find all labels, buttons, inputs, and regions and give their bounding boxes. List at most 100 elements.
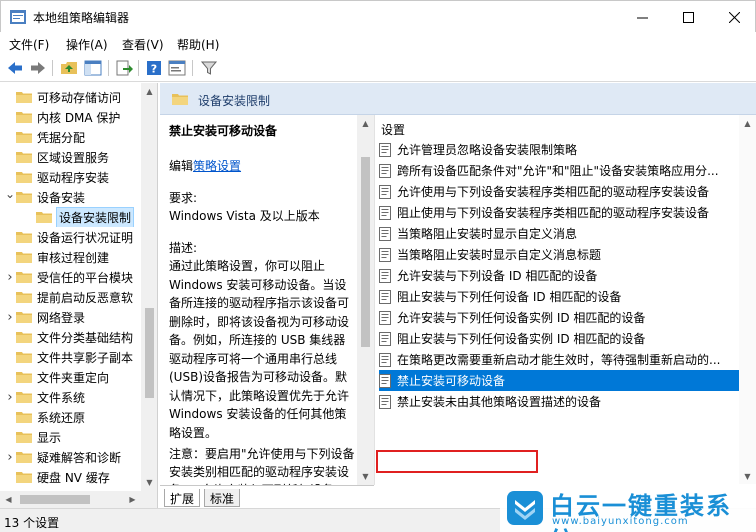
tree-vertical-scrollbar[interactable]: ▲ ▼	[141, 83, 157, 491]
menu-view[interactable]: 查看(V)	[122, 36, 164, 53]
menu-file[interactable]: 文件(F)	[9, 36, 49, 53]
chevron-right-icon[interactable]: ›	[4, 450, 16, 465]
maximize-icon	[682, 11, 694, 23]
policy-setting-label: 阻止使用与下列设备安装程序类相匹配的驱动程序安装设备	[397, 206, 710, 220]
folder-icon	[16, 412, 32, 423]
properties-button[interactable]	[166, 58, 188, 78]
policy-setting-row[interactable]: 允许安装与下列设备 ID 相匹配的设备	[379, 265, 749, 286]
chevron-right-icon[interactable]: ›	[4, 390, 16, 405]
tree-item[interactable]: 区域设置服务	[0, 147, 142, 167]
policy-setting-label: 当策略阻止安装时显示自定义消息	[397, 227, 578, 241]
policy-setting-row[interactable]: 阻止安装与下列任何设备实例 ID 相匹配的设备	[379, 328, 749, 349]
tree-item-label: 文件分类基础结构	[37, 330, 134, 345]
desc-scroll-down-icon[interactable]: ▼	[357, 468, 374, 485]
policy-setting-row[interactable]: 禁止安装未由其他策略设置描述的设备	[379, 391, 749, 412]
policy-setting-row[interactable]: 阻止安装与下列任何设备 ID 相匹配的设备	[379, 286, 749, 307]
policy-setting-label: 允许安装与下列任何设备实例 ID 相匹配的设备	[397, 311, 646, 325]
policy-setting-icon	[379, 226, 391, 241]
status-text: 13 个设置	[4, 516, 60, 530]
tree-item[interactable]: › 受信任的平台模块	[0, 267, 142, 287]
policy-setting-row[interactable]: 允许管理员忽略设备安装限制策略	[379, 139, 749, 160]
description-scrollbar[interactable]: ▲ ▼	[357, 115, 374, 485]
edit-policy-link[interactable]: 策略设置	[193, 159, 241, 173]
note-text-line: 安装类别相匹配的驱动程序安装设	[169, 465, 350, 479]
forward-arrow-icon	[31, 62, 45, 74]
description-text-line: 驱动程序可将一个通用串行总线	[169, 351, 338, 366]
scroll-right-arrow-icon[interactable]: ▶	[124, 491, 141, 508]
menu-action[interactable]: 操作(A)	[66, 36, 108, 53]
folder-icon	[16, 192, 32, 203]
tree-item[interactable]: 驱动程序安装	[0, 167, 142, 187]
scroll-up-arrow-icon[interactable]: ▲	[141, 83, 157, 100]
tree-item[interactable]: 内核 DMA 保护	[0, 107, 142, 127]
tree-item-label: 显示	[37, 430, 62, 445]
tree-item[interactable]: 提前启动反恶意软	[0, 287, 142, 307]
chevron-down-icon[interactable]: ⌄	[4, 187, 16, 201]
filter-button[interactable]	[198, 58, 220, 78]
list-scroll-down-icon[interactable]: ▼	[739, 468, 756, 485]
folder-icon	[16, 392, 32, 403]
note-text-line: 注意：要启用"允许使用与下列设备	[169, 447, 355, 461]
policy-setting-label: 允许管理员忽略设备安装限制策略	[397, 143, 578, 157]
tree-horizontal-scrollbar[interactable]: ◀ ▶	[0, 491, 157, 508]
up-folder-button[interactable]	[58, 58, 80, 78]
tree-item[interactable]: 审核过程创建	[0, 247, 142, 267]
forward-button[interactable]	[27, 58, 49, 78]
title-bar: 本地组策略编辑器	[0, 0, 756, 32]
back-button[interactable]	[4, 58, 26, 78]
policy-setting-row[interactable]: 禁止安装可移动设备	[379, 370, 749, 391]
desc-scroll-up-icon[interactable]: ▲	[357, 115, 374, 132]
chevron-right-icon[interactable]: ›	[4, 270, 16, 285]
policy-setting-icon	[379, 310, 391, 325]
policy-setting-row[interactable]: 允许安装与下列任何设备实例 ID 相匹配的设备	[379, 307, 749, 328]
list-column-header[interactable]: 设置	[381, 121, 405, 138]
tree-item[interactable]: 显示	[0, 427, 142, 447]
svg-text:?: ?	[151, 63, 157, 76]
tree-hscroll-thumb[interactable]	[20, 495, 90, 504]
maximize-button[interactable]	[665, 1, 711, 33]
export-list-button[interactable]	[113, 58, 135, 78]
tree-item[interactable]: › 文件系统	[0, 387, 142, 407]
tree-item[interactable]: 文件共享影子副本	[0, 347, 142, 367]
minimize-button[interactable]	[619, 1, 665, 33]
chevron-right-icon[interactable]: ›	[4, 310, 16, 325]
tree-item[interactable]: ⌄ 设备安装	[0, 187, 142, 207]
show-hide-tree-button[interactable]	[82, 58, 104, 78]
help-button[interactable]: ?	[143, 58, 165, 78]
brand-watermark: 白云一键重装系统 www.baiyunxitong.com	[500, 484, 756, 532]
policy-setting-row[interactable]: 当策略阻止安装时显示自定义消息	[379, 223, 749, 244]
policy-setting-row[interactable]: 跨所有设备匹配条件对"允许"和"阻止"设备安装策略应用分...	[379, 160, 749, 181]
list-scroll-up-icon[interactable]: ▲	[739, 115, 756, 132]
export-icon	[116, 60, 133, 76]
folder-icon	[16, 252, 32, 263]
tree-item[interactable]: 文件夹重定向	[0, 367, 142, 387]
menu-help[interactable]: 帮助(H)	[177, 36, 219, 53]
tab-extended[interactable]: 扩展	[164, 489, 201, 507]
policy-setting-row[interactable]: 当策略阻止安装时显示自定义消息标题	[379, 244, 749, 265]
tree-scroll-thumb[interactable]	[145, 308, 154, 398]
tree-item[interactable]: 硬盘 NV 缓存	[0, 467, 142, 487]
minimize-icon	[636, 17, 648, 18]
list-scrollbar[interactable]: ▲ ▼	[739, 115, 756, 485]
description-text-line: Windows 安装设备的任何其他策	[169, 407, 347, 421]
tab-standard[interactable]: 标准	[204, 489, 241, 507]
tree-item[interactable]: › 网络登录	[0, 307, 142, 327]
tree-item[interactable]: 凭据分配	[0, 127, 142, 147]
tree-item[interactable]: 系统还原	[0, 407, 142, 427]
desc-scroll-thumb[interactable]	[361, 157, 370, 347]
tree-item[interactable]: 设备安装限制	[0, 207, 142, 227]
scroll-left-arrow-icon[interactable]: ◀	[0, 491, 17, 508]
policy-setting-row[interactable]: 允许使用与下列设备安装程序类相匹配的驱动程序安装设备	[379, 181, 749, 202]
folder-icon	[16, 272, 32, 283]
scroll-down-arrow-icon[interactable]: ▼	[141, 474, 157, 491]
policy-setting-row[interactable]: 在策略更改需要重新启动才能生效时，等待强制重新启动的...	[379, 349, 749, 370]
tree-item[interactable]: 可移动存储访问	[0, 87, 142, 107]
tree-item[interactable]: › 疑难解答和诊断	[0, 447, 142, 467]
policy-setting-row[interactable]: 阻止使用与下列设备安装程序类相匹配的驱动程序安装设备	[379, 202, 749, 223]
folder-icon	[16, 332, 32, 343]
close-button[interactable]	[711, 1, 756, 33]
tree-item[interactable]: 设备运行状况证明	[0, 227, 142, 247]
tree-item[interactable]: 文件分类基础结构	[0, 327, 142, 347]
policy-setting-label: 阻止安装与下列任何设备实例 ID 相匹配的设备	[397, 332, 646, 346]
close-icon	[728, 11, 740, 23]
